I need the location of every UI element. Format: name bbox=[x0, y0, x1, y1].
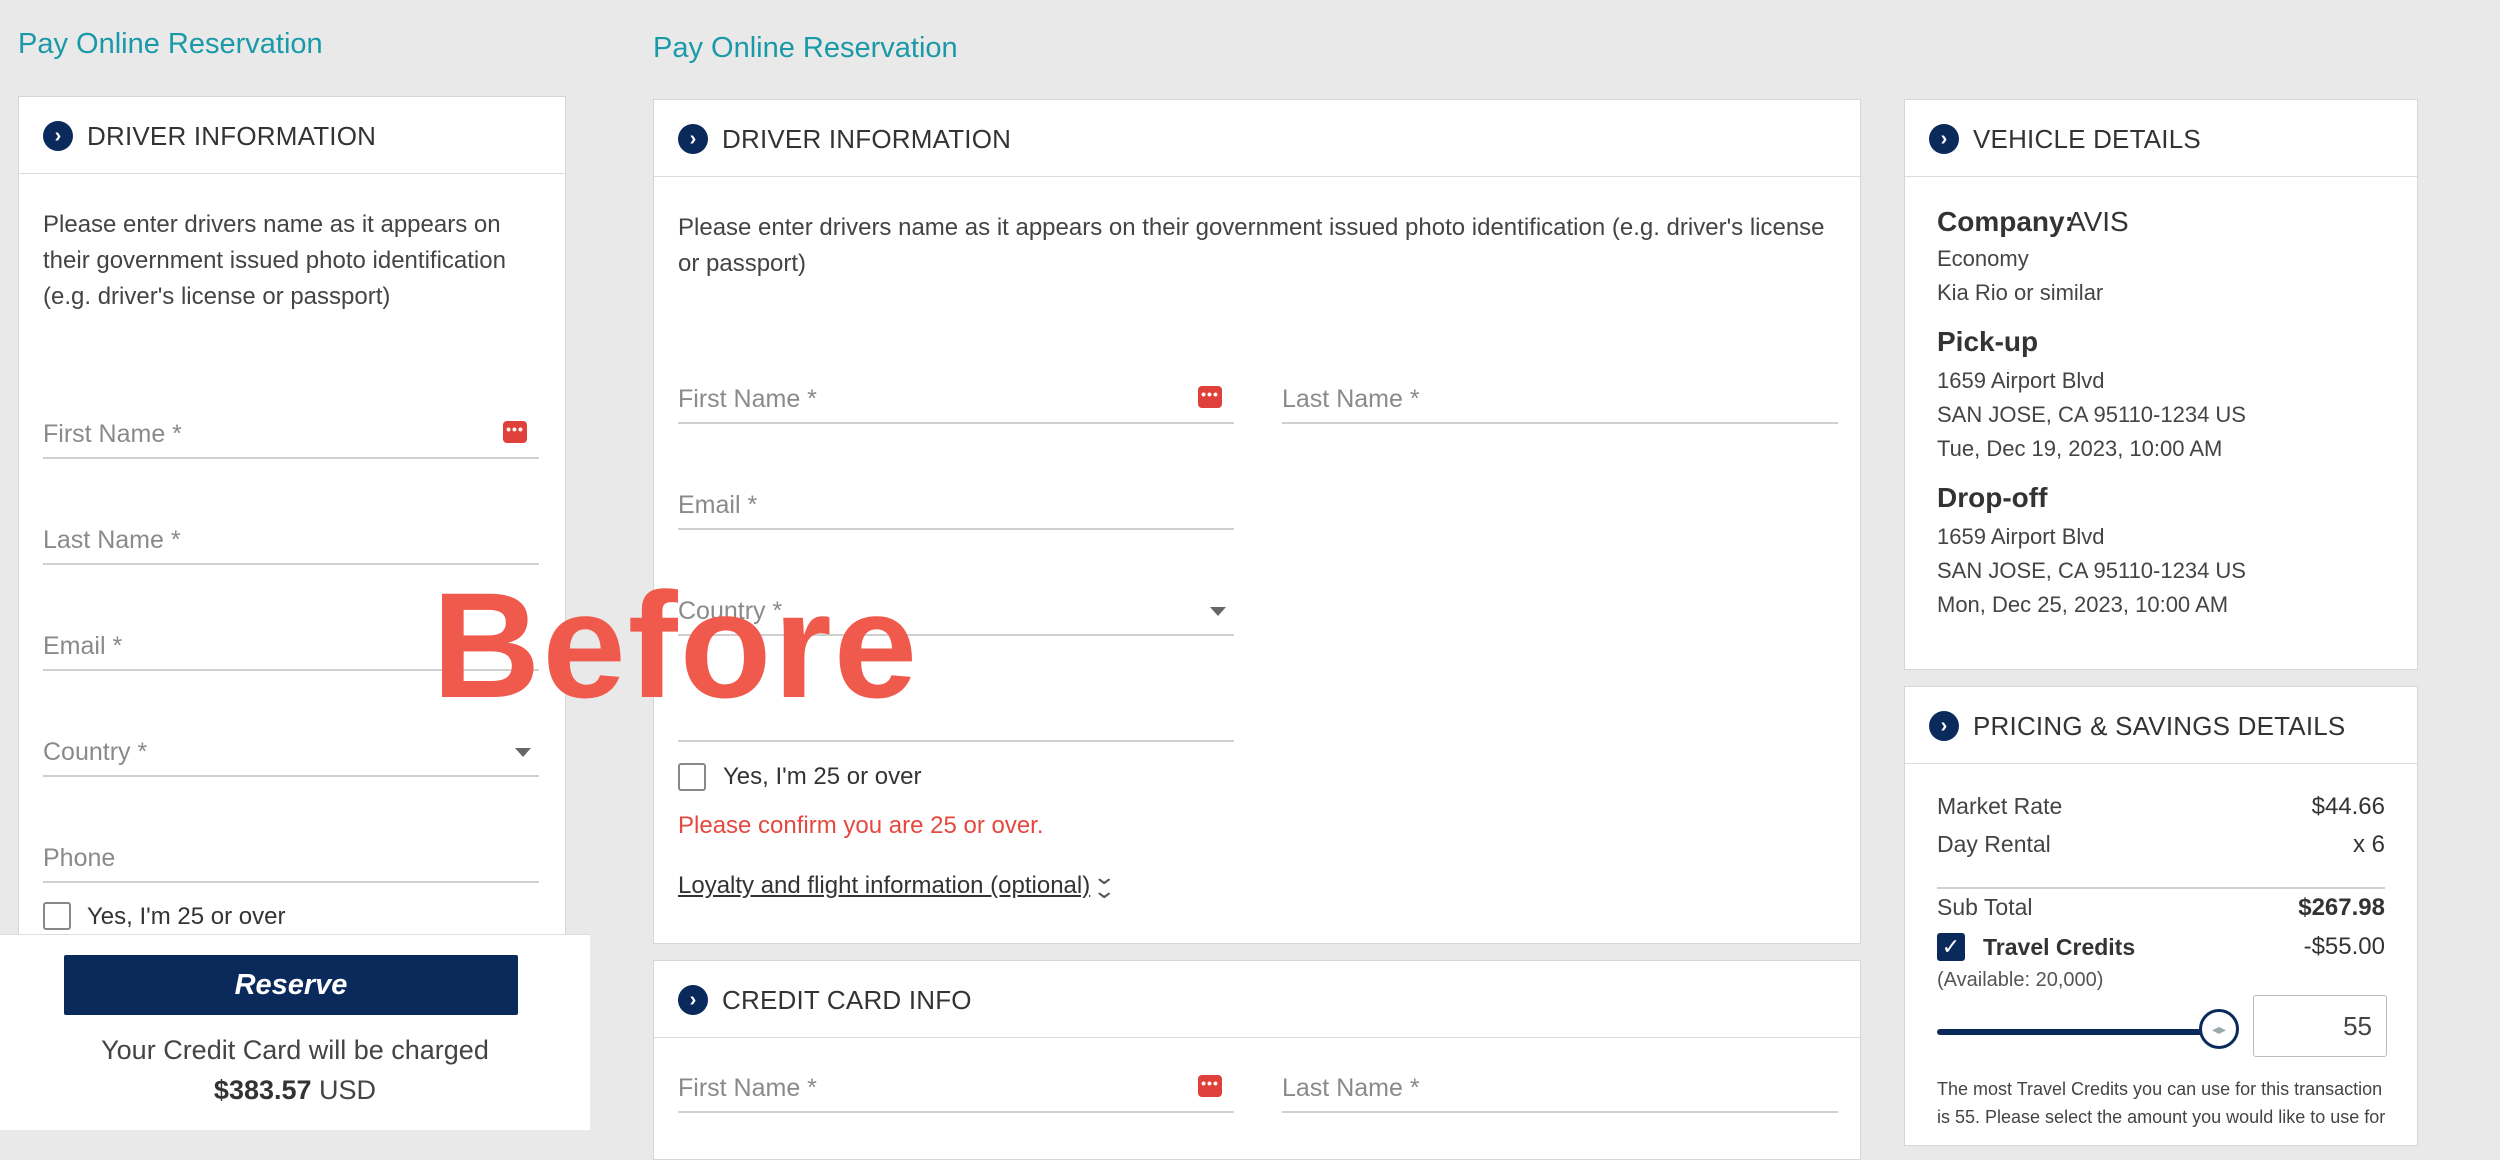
card-header: › DRIVER INFORMATION bbox=[654, 100, 1860, 177]
charge-amount-line: $383.57 USD bbox=[0, 1075, 590, 1106]
divider bbox=[1937, 887, 2385, 889]
credit-card-card: › CREDIT CARD INFO First Name * ••• Last… bbox=[653, 960, 1861, 1160]
double-chevron-down-icon[interactable]: ⌄ ⌄ bbox=[1092, 866, 1116, 902]
subtotal-label: Sub Total bbox=[1937, 894, 2033, 920]
cc-first-name-field[interactable]: First Name * ••• bbox=[678, 1071, 1234, 1113]
email-label: Email * bbox=[678, 491, 758, 519]
card-title: VEHICLE DETAILS bbox=[1973, 124, 2201, 154]
chevron-right-circle-icon: › bbox=[1929, 124, 1959, 154]
company-name: AVIS bbox=[2067, 206, 2129, 237]
chevron-right-circle-icon: › bbox=[678, 124, 708, 154]
password-dots-icon[interactable]: ••• bbox=[1198, 1075, 1222, 1097]
dropoff-time: Mon, Dec 25, 2023, 10:00 AM bbox=[1937, 592, 2229, 617]
driver-note: Please enter drivers name as it appears … bbox=[678, 214, 1825, 277]
card-header: › DRIVER INFORMATION bbox=[19, 97, 565, 174]
reserve-footer: Reserve Your Credit Card will be charged… bbox=[0, 934, 590, 1130]
travel-credits-value: -$55.00 bbox=[2303, 933, 2385, 960]
password-dots-icon[interactable]: ••• bbox=[503, 421, 527, 443]
day-rental-label: Day Rental bbox=[1937, 831, 2051, 857]
credits-input[interactable]: 55 bbox=[2253, 995, 2387, 1057]
email-field[interactable]: Email * bbox=[678, 488, 1234, 530]
credits-slider-handle[interactable]: ◂▸ bbox=[2199, 1009, 2239, 1049]
pricing-card: › PRICING & SAVINGS DETAILS Market Rate … bbox=[1904, 686, 2418, 1146]
first-name-field[interactable]: First Name * ••• bbox=[678, 382, 1234, 424]
email-label: Email * bbox=[43, 632, 123, 660]
card-title: CREDIT CARD INFO bbox=[722, 985, 972, 1015]
available-credits: (Available: 20,000) bbox=[1937, 969, 2104, 991]
market-rate-label: Market Rate bbox=[1937, 793, 2063, 819]
day-rental-value: x 6 bbox=[2352, 831, 2385, 858]
first-name-label: First Name * bbox=[678, 385, 817, 413]
travel-credits-label: Travel Credits bbox=[1983, 934, 2136, 960]
loyalty-link[interactable]: Loyalty and flight information (optional… bbox=[678, 872, 1090, 900]
vehicle-class: Economy bbox=[1937, 246, 2029, 271]
country-select[interactable]: Country * bbox=[43, 735, 539, 777]
pickup-label: Pick-up bbox=[1937, 326, 2039, 357]
first-name-field[interactable]: First Name * ••• bbox=[43, 417, 539, 459]
credits-input-value: 55 bbox=[2343, 1011, 2372, 1041]
credits-slider-fill bbox=[1937, 1029, 2219, 1035]
page-title: Pay Online Reservation bbox=[653, 32, 958, 64]
page-title-left: Pay Online Reservation bbox=[18, 28, 323, 60]
country-label: Country * bbox=[43, 738, 148, 766]
age-checkbox[interactable] bbox=[43, 902, 71, 930]
last-name-label: Last Name * bbox=[1282, 385, 1420, 413]
charge-amount: $383.57 bbox=[213, 1075, 312, 1105]
card-header: › CREDIT CARD INFO bbox=[654, 961, 1860, 1038]
vehicle-model: Kia Rio or similar bbox=[1937, 280, 2104, 305]
dropoff-label: Drop-off bbox=[1937, 482, 2048, 513]
dropoff-address: 1659 Airport Blvd bbox=[1937, 524, 2105, 549]
pickup-address: 1659 Airport Blvd bbox=[1937, 368, 2105, 393]
dropoff-city: SAN JOSE, CA 95110-1234 US bbox=[1937, 558, 2246, 583]
card-header: › PRICING & SAVINGS DETAILS bbox=[1905, 687, 2417, 764]
company-label: Company: bbox=[1937, 206, 2074, 237]
driver-info-card: › DRIVER INFORMATION Please enter driver… bbox=[653, 99, 1861, 944]
credits-note-line2: is 55. Please select the amount you woul… bbox=[1937, 1107, 2386, 1127]
last-name-field[interactable]: Last Name * bbox=[43, 523, 539, 565]
card-title: DRIVER INFORMATION bbox=[722, 124, 1012, 154]
age-checkbox-label: Yes, I'm 25 or over bbox=[723, 763, 922, 790]
market-rate-value: $44.66 bbox=[2311, 793, 2385, 820]
vehicle-details-card: › VEHICLE DETAILS Company: AVIS Economy … bbox=[1904, 99, 2418, 670]
cc-last-name-field[interactable]: Last Name * bbox=[1282, 1071, 1838, 1113]
age-error-message: Please confirm you are 25 or over. bbox=[678, 812, 1044, 839]
first-name-label: First Name * bbox=[43, 420, 182, 448]
chevron-right-circle-icon: › bbox=[43, 121, 73, 151]
credits-slider-track[interactable] bbox=[1937, 1029, 2237, 1035]
card-header: › VEHICLE DETAILS bbox=[1905, 100, 2417, 177]
card-title: PRICING & SAVINGS DETAILS bbox=[1973, 711, 2346, 741]
pickup-city: SAN JOSE, CA 95110-1234 US bbox=[1937, 402, 2246, 427]
pickup-time: Tue, Dec 19, 2023, 10:00 AM bbox=[1937, 436, 2223, 461]
driver-info-card-narrow: › DRIVER INFORMATION Please enter driver… bbox=[18, 96, 566, 956]
cc-last-name-label: Last Name * bbox=[1282, 1074, 1420, 1102]
age-checkbox-label: Yes, I'm 25 or over bbox=[87, 903, 286, 930]
before-overlay-label: Before bbox=[432, 561, 920, 729]
phone-label: Phone bbox=[43, 844, 116, 872]
last-name-field[interactable]: Last Name * bbox=[1282, 382, 1838, 424]
last-name-label: Last Name * bbox=[43, 526, 181, 554]
chevron-right-circle-icon: › bbox=[1929, 711, 1959, 741]
subtotal-value: $267.98 bbox=[2298, 894, 2385, 921]
credits-note-line1: The most Travel Credits you can use for … bbox=[1937, 1079, 2383, 1099]
charge-text: Your Credit Card will be charged bbox=[101, 1035, 489, 1065]
charge-currency: USD bbox=[319, 1075, 377, 1105]
travel-credits-checkbox[interactable]: ✓ bbox=[1937, 933, 1965, 961]
card-title: DRIVER INFORMATION bbox=[87, 121, 377, 151]
chevron-right-circle-icon: › bbox=[678, 985, 708, 1015]
age-checkbox[interactable] bbox=[678, 763, 706, 791]
password-dots-icon[interactable]: ••• bbox=[1198, 386, 1222, 408]
cc-first-name-label: First Name * bbox=[678, 1074, 817, 1102]
reserve-button[interactable]: Reserve bbox=[64, 955, 518, 1015]
caret-down-icon bbox=[515, 748, 531, 757]
phone-field[interactable]: Phone bbox=[43, 841, 539, 883]
driver-note: Please enter drivers name as it appears … bbox=[43, 211, 506, 310]
caret-down-icon bbox=[1210, 607, 1226, 616]
